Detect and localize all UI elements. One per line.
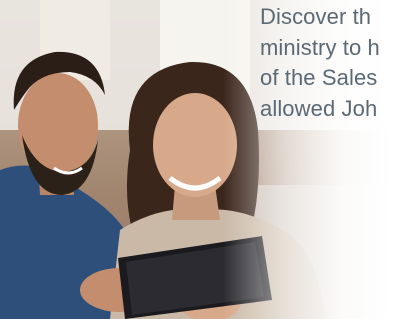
headline-line: of the Sales <box>260 65 378 90</box>
headline-line: allowed Joh <box>260 95 378 121</box>
hero-headline: Discover th ministry to h of the Sales a… <box>260 2 393 124</box>
headline-line: Discover th <box>260 4 372 29</box>
hero-banner: Discover th ministry to h of the Sales a… <box>0 0 393 319</box>
headline-line: ministry to h <box>260 34 380 60</box>
